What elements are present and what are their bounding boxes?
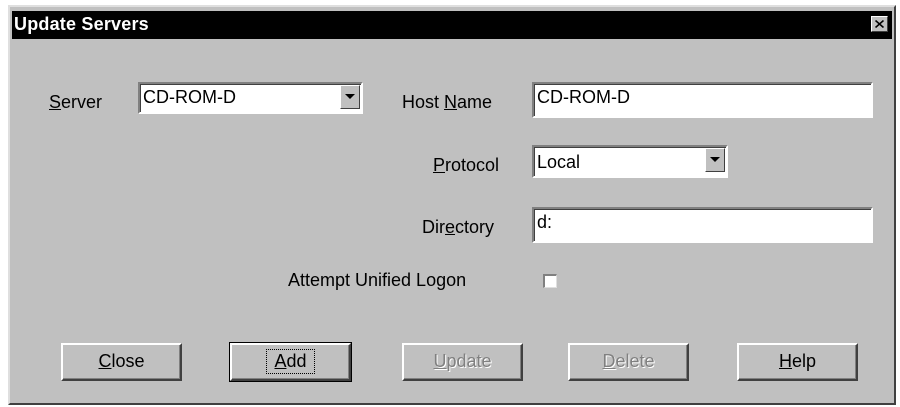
server-label: Server bbox=[49, 92, 103, 112]
directory-value: d: bbox=[537, 212, 553, 232]
host-name-input[interactable]: CD-ROM-D bbox=[532, 82, 873, 118]
host-name-value: CD-ROM-D bbox=[537, 87, 630, 107]
chevron-down-icon bbox=[345, 94, 355, 99]
chevron-down-icon bbox=[710, 157, 720, 162]
close-button[interactable]: Close bbox=[61, 343, 182, 381]
add-button-label: Add bbox=[266, 349, 315, 374]
protocol-dropdown[interactable]: Local bbox=[532, 145, 728, 178]
add-button[interactable]: Add bbox=[229, 342, 352, 382]
delete-button-label: Delete bbox=[602, 351, 655, 371]
protocol-value: Local bbox=[537, 152, 581, 172]
help-button-label: Help bbox=[778, 351, 817, 371]
help-button[interactable]: Help bbox=[737, 343, 858, 381]
title-bar[interactable]: Update Servers bbox=[12, 11, 892, 39]
delete-button[interactable]: Delete bbox=[568, 343, 689, 381]
window-close-button[interactable] bbox=[871, 16, 888, 32]
protocol-label: Protocol bbox=[433, 155, 500, 175]
directory-label: Directory bbox=[422, 217, 495, 237]
window-title: Update Servers bbox=[14, 14, 149, 34]
update-servers-dialog: Update Servers Server CD-ROM-D Host Name… bbox=[8, 5, 896, 405]
unified-logon-checkbox[interactable] bbox=[543, 274, 557, 288]
unified-logon-label: Attempt Unified Logon bbox=[288, 270, 467, 290]
protocol-dropdown-button[interactable] bbox=[705, 148, 725, 172]
server-dropdown[interactable]: CD-ROM-D bbox=[138, 82, 363, 114]
update-button-label: Update bbox=[433, 351, 492, 371]
host-name-label: Host Name bbox=[402, 92, 493, 112]
update-button[interactable]: Update bbox=[402, 343, 523, 381]
close-icon bbox=[875, 20, 884, 28]
server-dropdown-button[interactable] bbox=[340, 85, 360, 109]
directory-input[interactable]: d: bbox=[532, 207, 873, 243]
server-value: CD-ROM-D bbox=[143, 87, 236, 107]
close-button-label: Close bbox=[98, 351, 145, 371]
